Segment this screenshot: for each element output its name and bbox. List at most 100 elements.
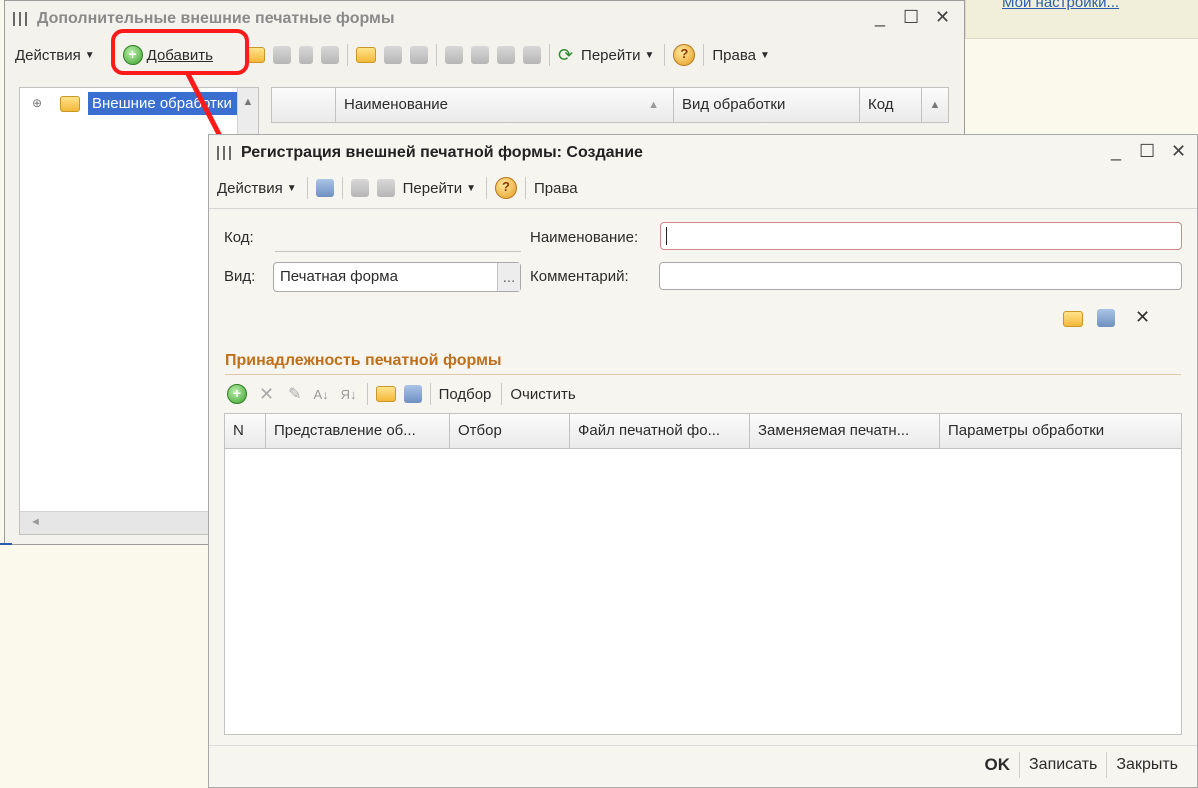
goto-label: Перейти [402,179,463,197]
comment-input[interactable] [659,262,1182,290]
rights-label: Права [712,46,756,64]
sort-icon: ▲ [648,99,659,111]
rights-button[interactable]: Права [530,175,582,201]
code-label: Код: [224,229,254,246]
toolbar-separator [366,383,368,405]
save-close-icon[interactable] [315,179,334,197]
edit-row-icon[interactable]: ✎ [288,384,301,404]
column-label: Наименование [344,96,448,113]
section-divider [225,374,1181,375]
folder-icon [60,96,80,112]
assignment-table[interactable] [224,413,1182,735]
toolbar-separator [548,44,550,66]
tree-hscrollbar[interactable]: ◄ [20,511,220,534]
minimize-button[interactable]: _ [875,7,885,28]
delete-row-icon[interactable]: ✕ [259,384,274,405]
save-icon[interactable] [403,385,422,403]
kind-field[interactable]: Печатная форма ... [273,262,521,292]
list-mode-icon[interactable] [383,46,402,64]
hierarchy-icon[interactable] [355,47,376,63]
sort-desc-icon[interactable]: Я↓ [341,387,357,402]
list-column-name[interactable]: Наименование ▲ [336,88,674,122]
save-icon[interactable] [350,179,369,197]
list-column-kind[interactable]: Вид обработки [674,88,860,122]
edit-icon[interactable] [298,46,313,64]
top-right-panel: Мои настройки... [965,0,1198,39]
close-window-button[interactable]: ✕ [1171,141,1186,162]
bottom-divider [209,745,1197,746]
caret-icon: ▼ [759,49,770,61]
column-print-file[interactable]: Файл печатной фо... [570,414,750,448]
window-icon [11,11,29,27]
filter-icon[interactable] [444,46,463,64]
rights-menu[interactable]: Права ▼ [708,42,774,68]
goto-menu[interactable]: ⟳ Перейти ▼ [554,42,658,68]
code-field[interactable] [275,227,521,252]
save-file-icon[interactable] [1097,309,1115,327]
column-number[interactable]: N [225,414,266,448]
close-button[interactable]: Закрыть [1106,752,1187,778]
add-row-icon[interactable]: + [227,384,247,404]
help-icon[interactable]: ? [673,44,696,66]
kind-select-button[interactable]: ... [497,263,520,291]
copy-icon[interactable] [376,179,395,197]
kind-value: Печатная форма [280,268,398,285]
caret-icon: ▼ [466,182,476,194]
name-input[interactable] [660,222,1182,250]
list-scroll-up-icon[interactable]: ▲ [922,88,948,122]
tree-root-item[interactable]: Внешние обработки [88,92,242,115]
text-cursor [666,227,667,245]
column-parameters[interactable]: Параметры обработки [940,414,1181,448]
front-window-title: Регистрация внешней печатной формы: Созд… [241,144,643,161]
save-button[interactable]: Записать [1019,752,1106,778]
clear-button[interactable]: Очистить [506,381,579,407]
maximize-button[interactable]: ☐ [903,7,919,28]
column-filter[interactable]: Отбор [450,414,570,448]
help-icon[interactable]: ? [494,177,517,199]
copy-icon[interactable] [272,46,291,64]
actions-menu[interactable]: Действия ▼ [213,175,301,201]
open-file-icon[interactable] [1063,311,1083,327]
actions-label: Действия [15,46,81,64]
add-button-highlight [111,29,249,75]
caret-icon: ▼ [644,49,655,61]
ok-button[interactable]: OK [976,752,1020,778]
assignment-table-header: N Представление об... Отбор Файл печатно… [224,413,1182,449]
pick-button[interactable]: Подбор [435,381,496,407]
clear-filter-icon[interactable] [522,46,541,64]
move-icon[interactable] [409,46,428,64]
comment-label: Комментарий: [530,268,629,285]
expand-icon[interactable]: ⊕ [32,96,42,110]
column-object[interactable]: Представление об... [266,414,450,448]
toolbar-separator [306,177,308,199]
toolbar-separator [429,383,431,405]
section-title: Принадлежность печатной формы [225,352,502,369]
caret-icon: ▼ [84,49,95,61]
filter-history-icon[interactable] [496,46,515,64]
registration-window: Регистрация внешней печатной формы: Созд… [208,134,1198,788]
list-column-icon [272,88,336,122]
filter-by-value-icon[interactable] [470,46,489,64]
open-folder-icon[interactable] [375,386,396,402]
scroll-up-icon[interactable]: ▲ [238,96,258,108]
sort-asc-icon[interactable]: А↓ [314,387,329,402]
maximize-button[interactable]: ☐ [1139,141,1155,162]
list-column-code[interactable]: Код [860,88,922,122]
list-header: Наименование ▲ Вид обработки Код ▲ [271,87,949,123]
scroll-left-icon[interactable]: ◄ [30,516,41,528]
actions-menu[interactable]: Действия ▼ [11,42,99,68]
front-window-toolbar: Действия ▼ Перейти ▼ ? Права [209,171,1197,205]
goto-menu[interactable]: Перейти ▼ [399,175,480,201]
my-settings-link[interactable]: Мои настройки... [1002,0,1119,11]
toolbar-separator [435,44,437,66]
window-icon [215,145,233,161]
toolbar-separator [664,44,666,66]
toolbar-separator [346,44,348,66]
delete-icon[interactable] [320,46,339,64]
toolbar-separator [501,383,503,405]
kind-label: Вид: [224,268,256,285]
minimize-button[interactable]: _ [1111,141,1121,162]
close-window-button[interactable]: ✕ [935,7,950,28]
remove-file-icon[interactable]: ✕ [1135,307,1150,328]
column-replaced-form[interactable]: Заменяемая печатн... [750,414,940,448]
